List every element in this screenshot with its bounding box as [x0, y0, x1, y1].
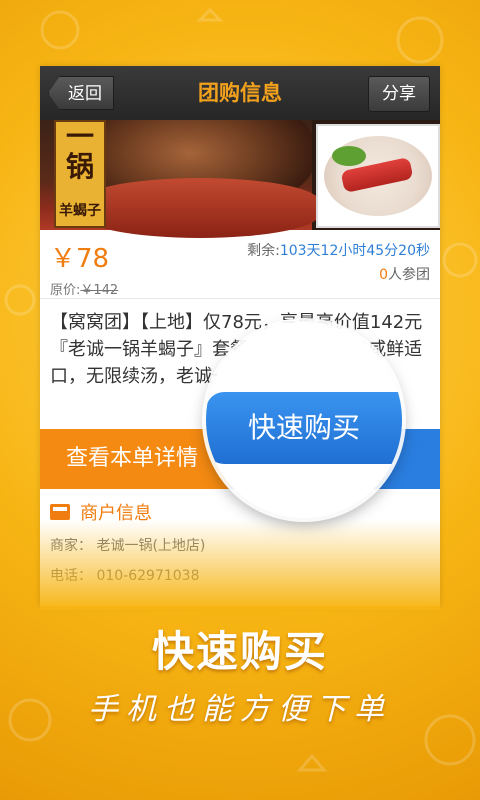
joined-number: 0 [379, 267, 388, 283]
share-button[interactable]: 分享 [368, 76, 430, 112]
quick-buy-label: 快速购买 [247, 411, 360, 444]
sign-big-text: 一 锅 [65, 120, 94, 183]
remaining-value: 103天12小时45分20秒 [279, 243, 430, 259]
promo-headline: 快速购买 [151, 627, 328, 676]
remaining-label: 剩余: [247, 243, 280, 259]
merchant-info: 商户信息 商家： 老诚一锅(上地店) 电话： 010-62971038 [40, 489, 440, 595]
price-section: ￥78 原价:￥142 剩余:103天12小时45分20秒 0人参团 [40, 230, 440, 299]
lettuce-shape [332, 146, 366, 166]
original-price-label: 原价: [50, 283, 81, 298]
joined-count: 0人参团 [379, 264, 430, 284]
sign-small-text: 羊蝎子 [59, 203, 101, 219]
side-dish-image [316, 124, 440, 228]
original-price: 原价:￥142 [50, 279, 430, 298]
joined-label: 人参团 [388, 267, 430, 283]
deal-images[interactable]: 一 锅 羊蝎子 [40, 120, 440, 238]
promo-subline: 手机也能方便下单 [88, 692, 392, 727]
original-price-value: ￥142 [80, 283, 119, 298]
restaurant-sign: 一 锅 羊蝎子 [54, 120, 106, 228]
merchant-header-label: 商户信息 [80, 503, 152, 524]
merchant-name: 商家： 老诚一锅(上地店) [50, 538, 206, 554]
app-screen: 返回 团购信息 分享 一 锅 羊蝎子 ￥78 原价:￥142 剩余:103天12… [40, 66, 440, 606]
shop-icon [50, 504, 70, 520]
magnifier-lens: 快速购买 [206, 322, 402, 518]
pot-shape [80, 178, 320, 238]
view-details-button[interactable]: 查看本单详情 [66, 429, 198, 489]
merchant-header: 商户信息 [50, 499, 430, 525]
top-bar: 返回 团购信息 分享 [40, 66, 440, 120]
remaining-time: 剩余:103天12小时45分20秒 [247, 240, 430, 260]
merchant-phone[interactable]: 电话： 010-62971038 [50, 565, 430, 585]
hotpot-image: 一 锅 羊蝎子 [40, 120, 320, 238]
